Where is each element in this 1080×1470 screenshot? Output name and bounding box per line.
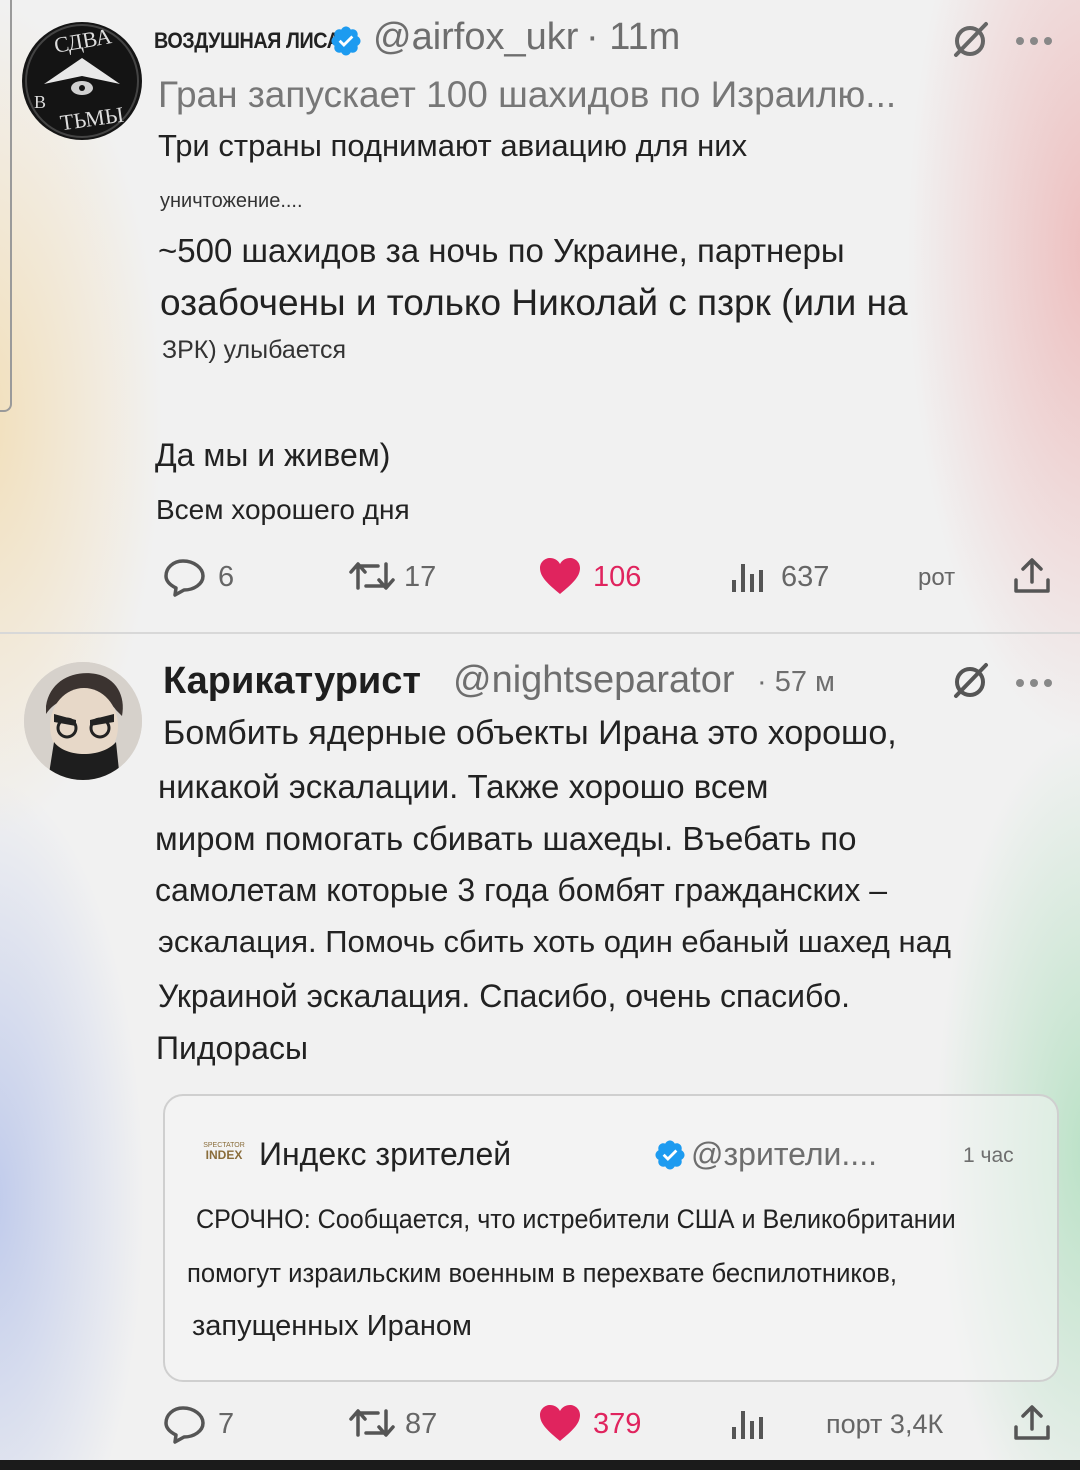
heart-icon[interactable] [538,1403,582,1447]
quote-tweet-card[interactable]: SPECTATOR INDEX Индекс зрителей @зрители… [163,1094,1059,1382]
timestamp[interactable]: · 11m [586,16,680,59]
quote-display-name[interactable]: Индекс зрителей [259,1136,511,1173]
tweet-text-line: Да мы и живем) [155,437,391,473]
retweet-icon[interactable] [348,1405,396,1445]
views-count: 637 [781,561,830,593]
views-count: порт 3,4К [826,1409,944,1439]
tweet-text-line: уничтожение.... [160,190,303,212]
tweet-text-line: самолетам которые 3 года бомбят гражданс… [155,872,888,908]
avatar[interactable] [24,662,142,780]
retweet-icon[interactable] [348,558,396,598]
reply-icon[interactable] [163,557,207,601]
reply-count: 7 [218,1408,235,1440]
quote-text-line: запущенных Ираном [192,1310,472,1342]
more-icon[interactable] [1014,674,1054,693]
reply-count: 6 [218,561,235,593]
tweet-text-line: Пидорасы [156,1030,308,1066]
grok-icon[interactable] [950,20,990,64]
tweet-text-line: ЗРК) улыбается [162,336,347,364]
avatar-portrait-icon [24,662,142,780]
tweet-text-line: Гран запускает 100 шахидов по Израилю... [158,74,897,115]
tweet-2[interactable]: Карикатурист @nightseparator · 57 м Бомб… [0,634,1080,1470]
quote-text-line: помогут израильским военным в перехвате … [187,1258,897,1288]
handle[interactable]: @airfox_ukr [373,16,578,59]
share-icon[interactable] [1012,1403,1052,1447]
quote-handle[interactable]: @зрители.... [691,1136,877,1173]
tweet-text-line: Бомбить ядерные объекты Ирана это хорошо… [163,714,897,752]
display-name[interactable]: Карикатурист [163,660,421,703]
verified-badge-icon [653,1138,687,1176]
tweet-text-line: Украиной эскалация. Спасибо, очень спаси… [158,978,851,1014]
tweet-text-line: миром помогать сбивать шахеды. Въебать п… [155,820,857,857]
tweet-text-line: эскалация. Помочь сбить хоть один ебаный… [158,924,951,959]
share-icon[interactable] [1012,556,1052,600]
retweet-count: 17 [404,561,437,593]
tweet-text-line: никакой эскалации. Также хорошо всем [158,768,769,805]
handle[interactable]: @nightseparator [453,659,735,702]
tweet-text-line: ~500 шахидов за ночь по Украине, партнер… [158,232,845,269]
verified-badge-icon [329,24,363,62]
timestamp[interactable]: · 57 м [757,666,835,699]
retweet-count: 87 [405,1408,438,1440]
tweet-1[interactable]: СДВА В ТЬМЫ ВОЗДУШНАЯ ЛИСА @airfox_ukr ·… [0,0,1080,632]
reply-icon[interactable] [163,1404,207,1448]
like-count: 379 [593,1408,642,1440]
quote-text-line: СРОЧНО: Сообщается, что истребители США … [196,1204,956,1234]
heart-icon[interactable] [538,556,582,600]
more-icon[interactable] [1014,32,1054,51]
avatar-text-left: В [34,92,47,112]
bottom-bar [0,1460,1080,1470]
logo-text-bottom: INDEX [205,1148,243,1162]
avatar[interactable]: СДВА В ТЬМЫ [22,22,142,140]
quote-timestamp[interactable]: 1 час [963,1144,1014,1168]
quote-avatar-logo: SPECTATOR INDEX [199,1142,249,1172]
tweet-text-line: Всем хорошего дня [156,494,410,525]
views-icon[interactable] [730,560,764,598]
tweet-text-line: озабочены и только Николай с пзрк (или н… [160,282,908,323]
grok-icon[interactable] [950,661,990,705]
tweet-text-line: Три страны поднимают авиацию для них [158,128,748,163]
extra-label: рот [918,564,956,591]
views-icon[interactable] [730,1407,764,1445]
display-name[interactable]: ВОЗДУШНАЯ ЛИСА [154,28,341,54]
like-count: 106 [593,561,642,593]
